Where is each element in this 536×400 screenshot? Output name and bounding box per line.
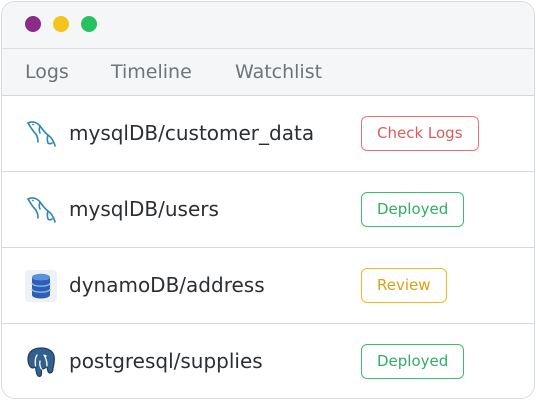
dynamodb-icon — [24, 269, 58, 303]
status-badge[interactable]: Deployed — [361, 192, 465, 227]
postgresql-elephant-icon — [24, 345, 58, 379]
status-badge[interactable]: Deployed — [361, 344, 465, 379]
tab-watchlist[interactable]: Watchlist — [235, 49, 322, 95]
mysql-dolphin-icon — [24, 193, 58, 227]
maximize-window-button[interactable] — [81, 16, 97, 32]
app-window: Logs Timeline Watchlist mysqlDB/customer… — [1, 1, 535, 399]
list-item[interactable]: mysqlDB/customer_data Check Logs — [2, 96, 534, 172]
list-item[interactable]: postgresql/supplies Deployed — [2, 324, 534, 398]
tab-bar: Logs Timeline Watchlist — [2, 49, 534, 96]
close-window-button[interactable] — [25, 16, 41, 32]
title-bar — [2, 2, 534, 49]
status-badge[interactable]: Review — [361, 268, 447, 303]
mysql-dolphin-icon — [24, 117, 58, 151]
list-item[interactable]: mysqlDB/users Deployed — [2, 172, 534, 248]
status-badge[interactable]: Check Logs — [361, 116, 479, 151]
database-list: mysqlDB/customer_data Check Logs mysqlDB… — [2, 96, 534, 398]
tab-logs[interactable]: Logs — [25, 49, 69, 95]
tab-timeline[interactable]: Timeline — [111, 49, 192, 95]
database-name: postgresql/supplies — [69, 349, 263, 373]
database-name: dynamoDB/address — [69, 273, 265, 297]
database-name: mysqlDB/users — [69, 197, 219, 221]
list-item[interactable]: dynamoDB/address Review — [2, 248, 534, 324]
database-name: mysqlDB/customer_data — [69, 121, 315, 145]
minimize-window-button[interactable] — [53, 16, 69, 32]
